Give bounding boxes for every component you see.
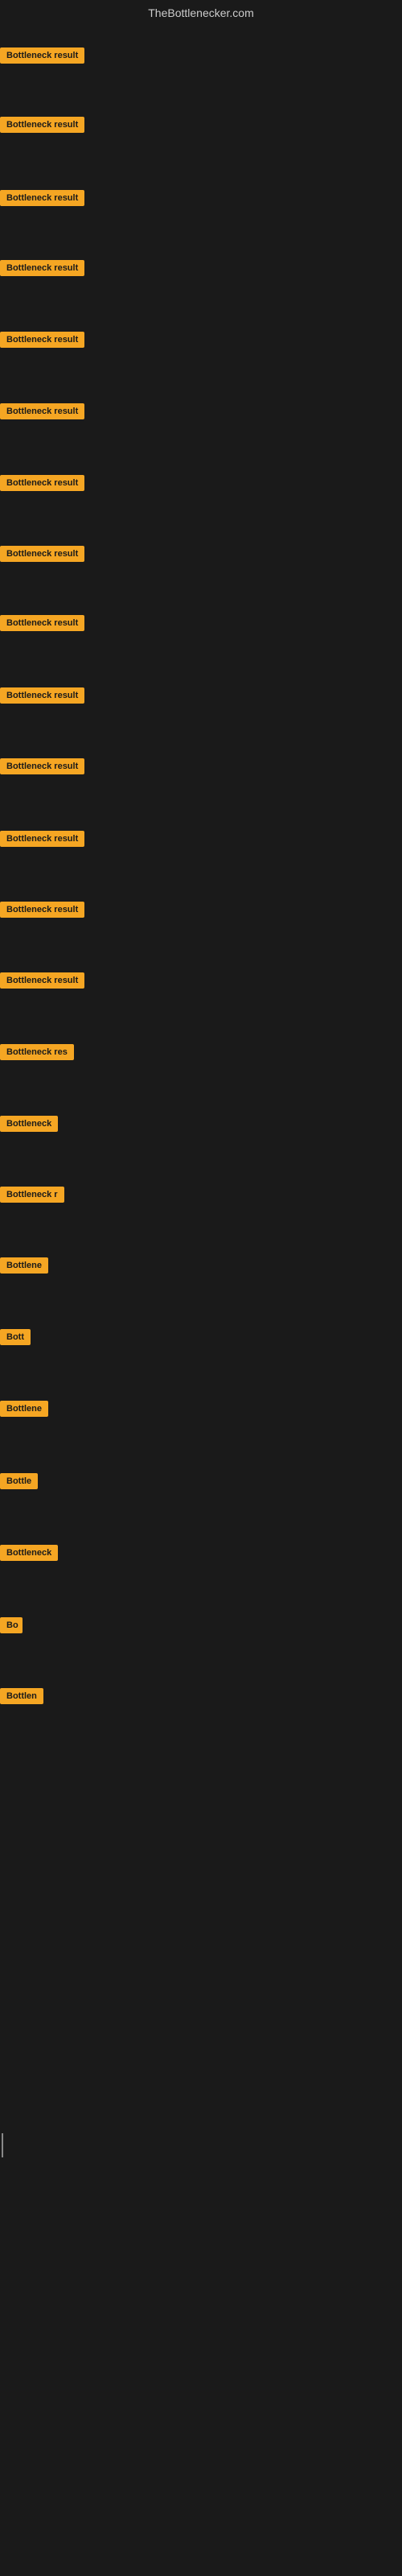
bottleneck-item[interactable]: Bottleneck result	[0, 900, 84, 923]
bottleneck-item[interactable]: Bottleneck r	[0, 1185, 64, 1208]
cursor-line	[2, 2133, 3, 2157]
bottleneck-item[interactable]: Bottleneck result	[0, 402, 84, 425]
bottleneck-badge: Bottleneck result	[0, 831, 84, 847]
bottleneck-badge: Bottleneck result	[0, 758, 84, 774]
bottleneck-badge: Bottleneck result	[0, 902, 84, 918]
bottleneck-item[interactable]: Bott	[0, 1327, 31, 1351]
site-title: TheBottlenecker.com	[0, 0, 402, 26]
bottleneck-badge: Bottle	[0, 1473, 38, 1489]
bottleneck-badge: Bottleneck result	[0, 546, 84, 562]
bottleneck-badge: Bottleneck result	[0, 190, 84, 206]
items-container	[0, 26, 402, 29]
bottleneck-badge: Bo	[0, 1617, 23, 1633]
bottleneck-badge: Bottleneck result	[0, 117, 84, 133]
bottleneck-item[interactable]: Bottleneck result	[0, 115, 84, 138]
bottleneck-badge: Bottleneck	[0, 1116, 58, 1132]
bottleneck-badge: Bottleneck result	[0, 615, 84, 631]
bottleneck-item[interactable]: Bottleneck result	[0, 686, 84, 709]
bottleneck-item[interactable]: Bottle	[0, 1472, 38, 1495]
bottleneck-item[interactable]: Bottleneck result	[0, 971, 84, 994]
bottleneck-item[interactable]: Bottlene	[0, 1399, 48, 1422]
bottleneck-item[interactable]: Bottleneck result	[0, 258, 84, 282]
bottleneck-badge: Bottleneck result	[0, 475, 84, 491]
bottleneck-badge: Bottleneck result	[0, 332, 84, 348]
bottleneck-badge: Bottleneck res	[0, 1044, 74, 1060]
bottleneck-item[interactable]: Bottleneck result	[0, 473, 84, 497]
bottleneck-badge: Bottlene	[0, 1401, 48, 1417]
bottleneck-item[interactable]: Bottleneck res	[0, 1042, 74, 1066]
bottleneck-badge: Bottleneck result	[0, 47, 84, 64]
bottleneck-item[interactable]: Bottleneck result	[0, 46, 84, 69]
bottleneck-badge: Bott	[0, 1329, 31, 1345]
bottleneck-badge: Bottleneck result	[0, 260, 84, 276]
site-header: TheBottlenecker.com	[0, 0, 402, 26]
bottleneck-item[interactable]: Bo	[0, 1616, 23, 1639]
bottleneck-badge: Bottleneck r	[0, 1187, 64, 1203]
bottleneck-item[interactable]: Bottlene	[0, 1256, 48, 1279]
bottleneck-badge: Bottleneck result	[0, 972, 84, 989]
bottleneck-badge: Bottlene	[0, 1257, 48, 1274]
bottleneck-item[interactable]: Bottleneck result	[0, 544, 84, 568]
bottleneck-item[interactable]: Bottleneck result	[0, 757, 84, 780]
bottleneck-badge: Bottlen	[0, 1688, 43, 1704]
bottleneck-item[interactable]: Bottlen	[0, 1686, 43, 1710]
bottleneck-item[interactable]: Bottleneck result	[0, 330, 84, 353]
bottleneck-badge: Bottleneck	[0, 1545, 58, 1561]
bottleneck-item[interactable]: Bottleneck result	[0, 613, 84, 637]
bottleneck-item[interactable]: Bottleneck result	[0, 188, 84, 212]
bottleneck-item[interactable]: Bottleneck	[0, 1114, 58, 1137]
bottleneck-badge: Bottleneck result	[0, 403, 84, 419]
bottleneck-item[interactable]: Bottleneck result	[0, 829, 84, 852]
bottleneck-badge: Bottleneck result	[0, 687, 84, 704]
bottleneck-item[interactable]: Bottleneck	[0, 1543, 58, 1567]
